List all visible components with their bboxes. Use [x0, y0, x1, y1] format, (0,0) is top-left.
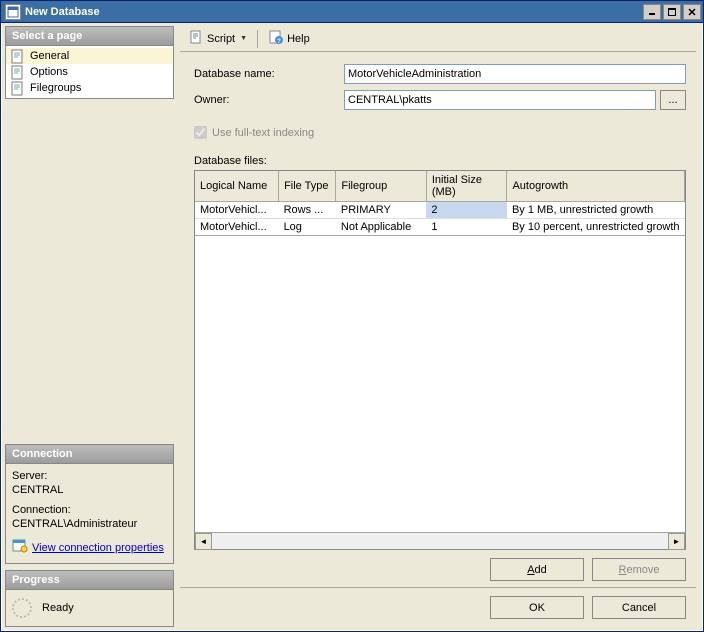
cell-filegroup: PRIMARY	[336, 202, 426, 219]
connection-panel: Server: CENTRAL Connection: CENTRAL\Admi…	[5, 464, 174, 564]
progress-panel: Ready	[5, 590, 174, 627]
sidebar-item-label: General	[30, 50, 69, 62]
scroll-track[interactable]	[212, 533, 668, 549]
page-icon	[10, 81, 26, 95]
cell-size: 1	[426, 219, 507, 236]
fulltext-label: Use full-text indexing	[212, 127, 314, 139]
owner-input[interactable]	[344, 90, 656, 110]
database-files-label: Database files:	[194, 155, 686, 167]
script-label: Script	[207, 33, 235, 45]
connection-value: CENTRAL\Administrateur	[12, 518, 167, 530]
sidebar: Select a page General Options Filegroups…	[2, 23, 177, 630]
toolbar: Script ▼ ? Help	[180, 26, 696, 52]
server-value: CENTRAL	[12, 484, 167, 496]
col-initial-size[interactable]: Initial Size (MB)	[426, 171, 507, 202]
sidebar-item-options[interactable]: Options	[6, 64, 173, 80]
script-button[interactable]: Script ▼	[184, 27, 251, 50]
progress-status: Ready	[42, 602, 74, 614]
scroll-right-button[interactable]: ►	[668, 533, 685, 550]
horizontal-scrollbar[interactable]: ◄ ►	[195, 532, 685, 549]
dialog-footer: OK Cancel	[180, 587, 696, 627]
remove-button: Remove	[592, 558, 686, 581]
progress-spinner-icon	[12, 598, 32, 618]
fulltext-checkbox	[194, 126, 207, 139]
select-page-header: Select a page	[5, 26, 174, 46]
owner-browse-button[interactable]: ...	[660, 90, 686, 110]
table-row[interactable]: MotorVehicl... Rows ... PRIMARY 2 By 1 M…	[195, 202, 685, 219]
table-row[interactable]: MotorVehicl... Log Not Applicable 1 By 1…	[195, 219, 685, 236]
help-button[interactable]: ? Help	[264, 27, 314, 50]
app-icon	[5, 4, 21, 20]
cell-filegroup: Not Applicable	[336, 219, 426, 236]
close-button[interactable]	[683, 4, 701, 20]
files-grid-container: Logical Name File Type Filegroup Initial…	[194, 170, 686, 550]
titlebar: New Database	[1, 1, 703, 23]
window-title: New Database	[25, 6, 641, 18]
owner-label: Owner:	[194, 94, 344, 106]
db-name-label: Database name:	[194, 68, 344, 80]
help-label: Help	[287, 33, 310, 45]
chevron-down-icon: ▼	[240, 35, 247, 42]
cell-type: Log	[279, 219, 336, 236]
sidebar-item-label: Filegroups	[30, 82, 81, 94]
ok-button[interactable]: OK	[490, 596, 584, 619]
cancel-button[interactable]: Cancel	[592, 596, 686, 619]
col-filegroup[interactable]: Filegroup	[336, 171, 426, 202]
maximize-button[interactable]	[663, 4, 681, 20]
progress-header: Progress	[5, 570, 174, 590]
page-list: General Options Filegroups	[5, 46, 174, 99]
cell-logical: MotorVehicl...	[195, 219, 279, 236]
properties-icon	[12, 538, 28, 557]
db-name-input[interactable]	[344, 64, 686, 84]
main-panel: Script ▼ ? Help Database name: Owner: ..	[177, 23, 702, 630]
view-connection-properties-link[interactable]: View connection properties	[32, 542, 164, 554]
connection-header: Connection	[5, 444, 174, 464]
cell-type: Rows ...	[279, 202, 336, 219]
script-icon	[188, 29, 204, 48]
svg-text:?: ?	[277, 39, 281, 45]
col-file-type[interactable]: File Type	[279, 171, 336, 202]
cell-logical: MotorVehicl...	[195, 202, 279, 219]
scroll-left-button[interactable]: ◄	[195, 533, 212, 550]
minimize-button[interactable]	[643, 4, 661, 20]
cell-size[interactable]: 2	[426, 202, 507, 219]
window: New Database Select a page General Optio…	[0, 0, 704, 632]
sidebar-item-filegroups[interactable]: Filegroups	[6, 80, 173, 96]
server-label: Server:	[12, 470, 167, 482]
page-icon	[10, 49, 26, 63]
cell-autogrowth: By 1 MB, unrestricted growth	[507, 202, 685, 219]
page-icon	[10, 65, 26, 79]
cell-autogrowth: By 10 percent, unrestricted growth	[507, 219, 685, 236]
col-logical-name[interactable]: Logical Name	[195, 171, 279, 202]
sidebar-item-label: Options	[30, 66, 68, 78]
toolbar-separator	[257, 30, 258, 48]
files-grid[interactable]: Logical Name File Type Filegroup Initial…	[195, 171, 685, 532]
add-button[interactable]: Add	[490, 558, 584, 581]
help-icon: ?	[268, 29, 284, 48]
col-autogrowth[interactable]: Autogrowth	[507, 171, 685, 202]
sidebar-item-general[interactable]: General	[6, 48, 173, 64]
connection-label: Connection:	[12, 504, 167, 516]
